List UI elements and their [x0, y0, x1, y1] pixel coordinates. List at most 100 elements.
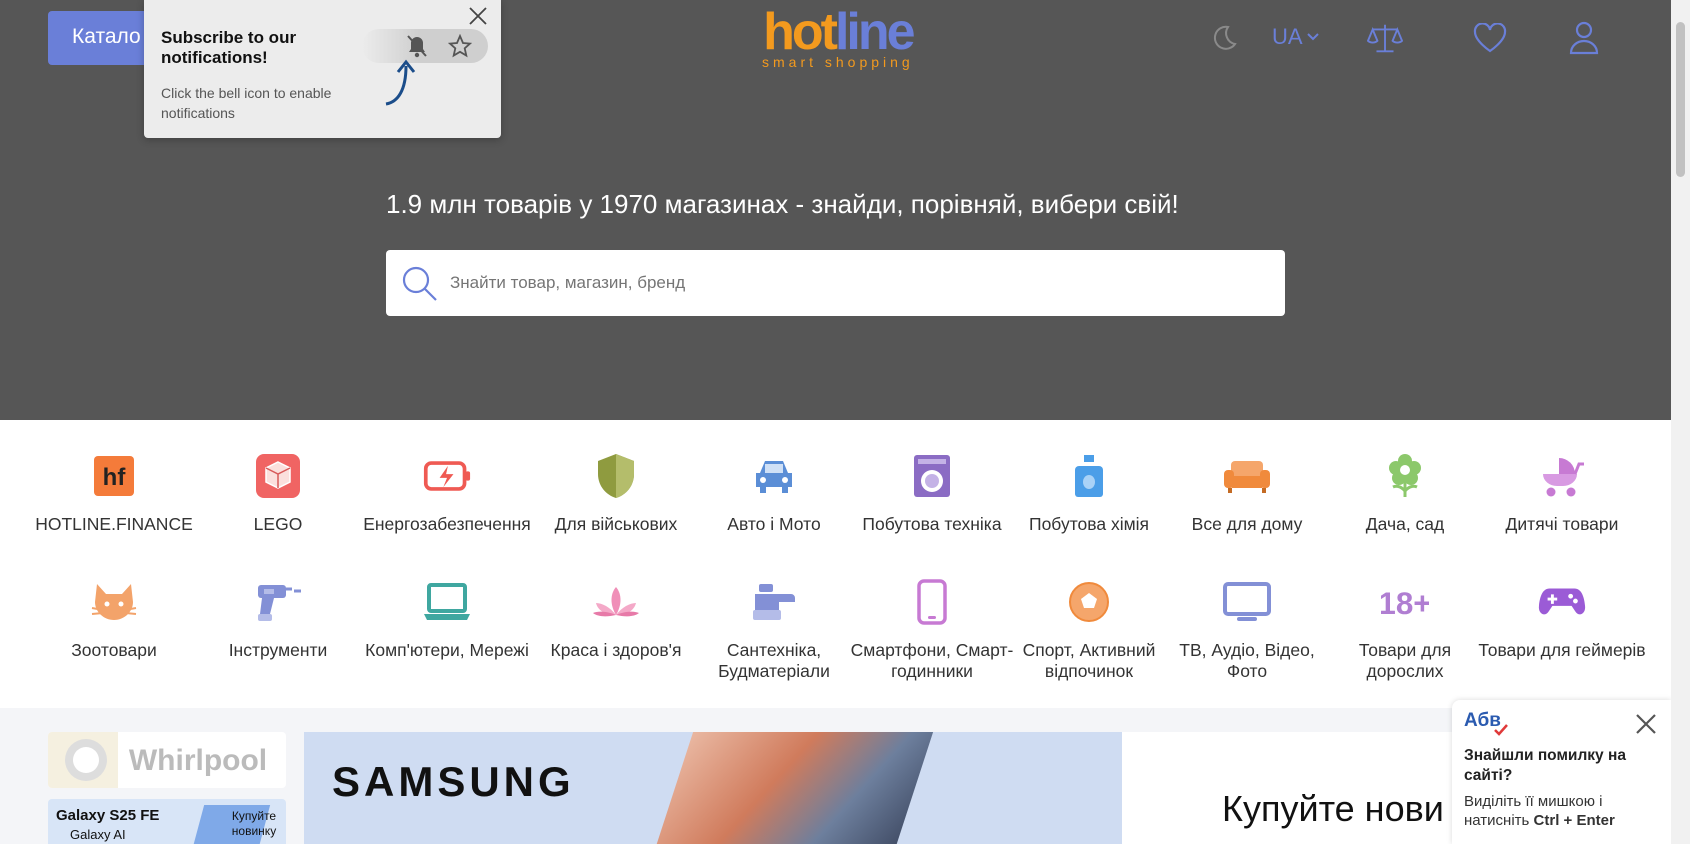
category-label: Енергозабезпечення [363, 514, 531, 534]
arrow-pointer-icon [385, 59, 416, 106]
category-label: Смартфони, Смарт-годинники [850, 640, 1014, 681]
category-computers[interactable]: Комп'ютери, Мережі [362, 578, 532, 661]
category-tools[interactable]: Інструменти [193, 578, 363, 661]
hotline-finance-icon: hf [94, 456, 134, 496]
ball-icon [1069, 582, 1109, 622]
banner-area: Whirlpool Galaxy S25 FE Galaxy AI Купуйт… [0, 708, 1671, 844]
language-label: UA [1272, 24, 1303, 49]
whirlpool-logo-icon: Whirlpool [48, 732, 267, 788]
lotus-icon [593, 587, 639, 617]
samsung-banner-cta-panel[interactable]: Купуйте нови [1122, 732, 1452, 844]
category-lego[interactable]: LEGO [193, 452, 363, 535]
user-icon [1569, 21, 1599, 55]
cat-icon [91, 584, 137, 620]
samsung-banner[interactable]: SAMSUNG [304, 732, 1124, 844]
logo-tagline: smart shopping [762, 54, 914, 70]
category-label: HOTLINE.FINANCE [35, 514, 193, 534]
category-hotline-finance[interactable]: hf HOTLINE.FINANCE [29, 452, 199, 535]
category-adult[interactable]: 18+ Товари для дорослих [1320, 578, 1490, 682]
category-label: Спорт, Активний відпочинок [1022, 640, 1156, 681]
logo-hot: hot [763, 3, 838, 61]
category-garden[interactable]: Дача, сад [1320, 452, 1490, 535]
category-label: Побутова техніка [862, 514, 1002, 534]
close-icon[interactable] [1634, 712, 1658, 736]
scrollbar-thumb[interactable] [1676, 22, 1685, 177]
category-kids[interactable]: Дитячі товари [1477, 452, 1647, 535]
adult-18-icon: 18+ [1381, 586, 1429, 620]
orphus-logo: Абв [1464, 710, 1508, 736]
galaxy-banner[interactable]: Galaxy S25 FE Galaxy AI Купуйте новинку [48, 799, 286, 844]
scales-icon [1367, 24, 1403, 53]
washing-machine-icon [914, 455, 950, 497]
category-label: Товари для геймерів [1478, 640, 1646, 660]
gamepad-icon [1538, 588, 1586, 615]
samsung-cta: Купуйте нови [1222, 788, 1444, 829]
category-label: Все для дому [1191, 514, 1303, 534]
category-energy[interactable]: Енергозабезпечення [362, 452, 532, 535]
notification-title: Subscribe to our notifications! [161, 28, 297, 67]
close-icon[interactable] [466, 4, 490, 28]
error-report-widget: Абв Знайшли помилку на сайті? Виділіть ї… [1452, 700, 1671, 844]
tv-icon [1223, 582, 1271, 621]
category-tv[interactable]: ТВ, Аудіо, Відео, Фото [1162, 578, 1332, 682]
galaxy-title: Galaxy S25 FE [56, 807, 160, 824]
category-label: Дача, сад [1365, 514, 1445, 534]
moon-icon [1213, 25, 1237, 50]
category-home[interactable]: Все для дому [1162, 452, 1332, 535]
category-gamers[interactable]: Товари для геймерів [1477, 578, 1647, 661]
category-label: Комп'ютери, Мережі [365, 640, 529, 660]
stroller-icon [1543, 458, 1584, 497]
galaxy-cta: Купуйте новинку [231, 809, 277, 838]
category-plumbing[interactable]: Сантехніка, Будматеріали [689, 578, 859, 682]
notification-text: Click the bell icon to enable notificati… [161, 85, 332, 121]
car-icon [756, 461, 792, 493]
category-military[interactable]: Для військових [531, 452, 701, 535]
lego-icon [256, 454, 300, 498]
logo-line: line [834, 3, 916, 61]
battery-icon [423, 461, 471, 491]
category-sport[interactable]: Спорт, Активний відпочинок [1004, 578, 1174, 682]
dark-mode-toggle[interactable] [1206, 20, 1242, 56]
category-grid: hf HOTLINE.FINANCE LEGO Енергозабезпечен… [0, 420, 1671, 708]
bell-off-icon[interactable] [406, 34, 428, 58]
shield-icon [598, 454, 634, 498]
galaxy-sub: Galaxy AI [70, 827, 126, 842]
category-label: Авто і Мото [727, 514, 821, 534]
faucet-icon [753, 584, 795, 620]
category-label: Зоотовари [71, 640, 157, 660]
category-smartphones[interactable]: Смартфони, Смарт-годинники [847, 578, 1017, 682]
category-label: Краса і здоров'я [550, 640, 682, 660]
category-label: LEGO [253, 514, 303, 534]
smartphone-icon [917, 579, 947, 625]
error-widget-text: Виділіть її мишкою і натисніть Ctrl + En… [1464, 792, 1664, 830]
whirlpool-banner[interactable]: Whirlpool [48, 732, 286, 788]
category-appliances[interactable]: Побутова техніка [847, 452, 1017, 535]
hotline-logo[interactable]: hotline smart shopping [762, 3, 916, 70]
samsung-wordmark: SAMSUNG [332, 758, 575, 805]
heart-icon [1473, 23, 1507, 53]
category-label: Для військових [554, 514, 678, 534]
error-widget-keys: Ctrl + Enter [1533, 812, 1615, 829]
page-scrollbar[interactable] [1671, 0, 1690, 844]
chevron-down-icon [1306, 33, 1319, 41]
category-label: Побутова хімія [1029, 514, 1149, 534]
category-pets[interactable]: Зоотовари [29, 578, 199, 661]
category-label: Товари для дорослих [1358, 640, 1452, 681]
category-label: ТВ, Аудіо, Відео, Фото [1179, 640, 1315, 681]
category-label: Сантехніка, Будматеріали [718, 640, 830, 681]
compare-button[interactable] [1367, 20, 1403, 56]
category-beauty[interactable]: Краса і здоров'я [531, 578, 701, 661]
category-household-chem[interactable]: Побутова хімія [1004, 452, 1174, 535]
samsung-promo-image [650, 732, 934, 844]
favorites-button[interactable] [1472, 20, 1508, 56]
account-button[interactable] [1566, 20, 1602, 56]
star-icon[interactable] [448, 34, 472, 58]
category-label: Інструменти [228, 640, 328, 660]
notification-popup: Subscribe to our notifications! Click th… [144, 0, 501, 138]
svg-text:Whirlpool: Whirlpool [129, 744, 267, 777]
laptop-icon [424, 583, 470, 620]
language-selector[interactable]: UA [1272, 24, 1319, 50]
category-auto[interactable]: Авто і Мото [689, 452, 859, 535]
search-input[interactable] [450, 273, 1230, 293]
search-box[interactable] [386, 250, 1285, 316]
